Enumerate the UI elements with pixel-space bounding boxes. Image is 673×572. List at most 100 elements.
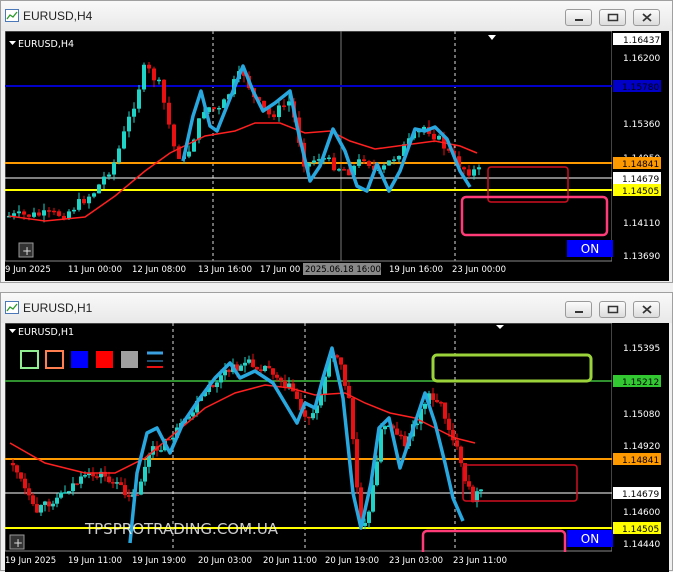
candle-body bbox=[243, 362, 247, 366]
window-titlebar[interactable]: EURUSD,H1 bbox=[1, 293, 672, 323]
candle-body bbox=[19, 472, 23, 479]
candle-body bbox=[275, 374, 279, 378]
candle-body bbox=[397, 156, 401, 160]
candle-body bbox=[367, 511, 371, 523]
candle-body bbox=[152, 68, 156, 81]
candle-body bbox=[37, 212, 41, 216]
candle-body bbox=[107, 174, 111, 177]
candle-body bbox=[132, 108, 136, 117]
price-axis-label: 1.15395 bbox=[623, 344, 660, 354]
candle-body bbox=[332, 157, 336, 171]
minimize-button[interactable] bbox=[565, 301, 592, 318]
price-chart-h1[interactable]: 1.15395 1.15080 1.14920 1.14600 1.14440 1.152… bbox=[5, 323, 669, 572]
collapse-triangle-icon[interactable] bbox=[9, 41, 16, 45]
candle-body bbox=[92, 193, 96, 197]
window-title: EURUSD,H4 bbox=[23, 9, 93, 23]
palette-swatch[interactable] bbox=[20, 350, 39, 369]
candle-body bbox=[259, 369, 263, 372]
candle-body bbox=[72, 209, 76, 212]
price-chart-h4[interactable]: 1.164371.162001.153601.149501.141101.136… bbox=[5, 31, 669, 281]
candle-body bbox=[172, 124, 176, 147]
candle-body bbox=[362, 159, 366, 162]
candle-body bbox=[159, 450, 163, 452]
candle-body bbox=[435, 399, 439, 403]
candle-body bbox=[342, 169, 346, 171]
chart-shift-marker-icon[interactable] bbox=[488, 35, 496, 40]
candle-body bbox=[303, 410, 307, 417]
time-axis-label: 9 Jun 2025 bbox=[5, 265, 51, 275]
level-price-label: 1.14505 bbox=[622, 187, 659, 197]
collapse-triangle-icon[interactable] bbox=[9, 329, 16, 333]
candle-body bbox=[127, 116, 131, 132]
candle-body bbox=[327, 157, 331, 160]
candle-body bbox=[247, 359, 251, 363]
candle-body bbox=[447, 418, 451, 430]
window-titlebar[interactable]: EURUSD,H4 bbox=[1, 1, 672, 31]
candle-body bbox=[432, 133, 436, 140]
time-axis-label: 17 Jun 00 bbox=[260, 265, 300, 275]
on-button-label[interactable]: ON bbox=[581, 532, 599, 546]
candle-body bbox=[87, 196, 91, 204]
candle-body bbox=[451, 429, 455, 441]
candle-body bbox=[479, 489, 483, 492]
candle-body bbox=[17, 211, 21, 214]
candle-body bbox=[455, 440, 459, 447]
palette-swatch[interactable] bbox=[45, 350, 64, 369]
palette-swatch[interactable] bbox=[121, 351, 138, 368]
candle-body bbox=[371, 485, 375, 512]
candle-body bbox=[291, 383, 295, 392]
candle-body bbox=[443, 402, 447, 419]
chart-canvas[interactable]: 1.15395 1.15080 1.14920 1.14600 1.14440 1.152… bbox=[5, 323, 669, 572]
candle-body bbox=[367, 161, 371, 166]
candle-body bbox=[375, 461, 379, 486]
level-price-label: 1.14505 bbox=[622, 525, 659, 535]
level-price-label: 1.14841 bbox=[622, 160, 659, 170]
minimize-button[interactable] bbox=[565, 9, 592, 26]
candle-body bbox=[32, 212, 36, 217]
chart-window-h4[interactable]: EURUSD,H4 1.164371.162001.153601.149501.… bbox=[0, 0, 673, 283]
palette-swatch[interactable] bbox=[96, 351, 113, 368]
candle-body bbox=[267, 365, 271, 369]
chart-window-h1[interactable]: EURUSD,H1 1.15395 1.15080 1.14920 1.14600 1.… bbox=[0, 292, 673, 572]
candle-body bbox=[147, 64, 151, 69]
plus-icon: + bbox=[22, 244, 32, 258]
level-price-label: 1.15780 bbox=[622, 83, 659, 93]
restore-button[interactable] bbox=[599, 301, 626, 318]
on-button-label[interactable]: ON bbox=[581, 242, 599, 256]
candle-body bbox=[255, 366, 259, 370]
restore-button[interactable] bbox=[599, 9, 626, 26]
candle-body bbox=[102, 176, 106, 185]
price-axis-label: 1.15360 bbox=[623, 120, 660, 130]
candle-body bbox=[79, 476, 83, 484]
target-zone-box[interactable] bbox=[462, 464, 578, 502]
level-price-label: 1.14679 bbox=[622, 175, 659, 185]
candle-body bbox=[355, 439, 359, 488]
close-button[interactable] bbox=[633, 9, 660, 26]
target-zone-box[interactable] bbox=[431, 353, 593, 383]
candle-body bbox=[107, 476, 111, 483]
candle-body bbox=[47, 210, 51, 212]
candle-body bbox=[39, 504, 43, 513]
candle-body bbox=[97, 184, 101, 194]
candle-body bbox=[472, 169, 476, 176]
color-palette[interactable] bbox=[20, 350, 163, 369]
chart-shift-marker-icon[interactable] bbox=[496, 325, 504, 329]
chart-canvas[interactable]: 1.164371.162001.153601.149501.141101.136… bbox=[5, 31, 669, 281]
time-axis-label: 20 Jun 19:00 bbox=[325, 556, 379, 566]
candle-body bbox=[383, 426, 387, 430]
candle-body bbox=[31, 495, 35, 505]
close-button[interactable] bbox=[633, 301, 660, 318]
time-axis-label: 19 Jun 2025 bbox=[5, 556, 56, 566]
candle-body bbox=[437, 135, 441, 140]
price-axis-label: 1.16437 bbox=[623, 36, 660, 46]
palette-swatch[interactable] bbox=[71, 351, 88, 368]
candle-body bbox=[67, 491, 71, 493]
candle-body bbox=[111, 482, 115, 484]
candle-body bbox=[471, 486, 475, 503]
candle-body bbox=[42, 210, 46, 216]
candle-body bbox=[272, 114, 276, 118]
time-axis-label: 20 Jun 11:00 bbox=[263, 556, 317, 566]
candle-body bbox=[139, 481, 143, 495]
candle-body bbox=[63, 492, 67, 494]
candle-body bbox=[462, 167, 466, 170]
